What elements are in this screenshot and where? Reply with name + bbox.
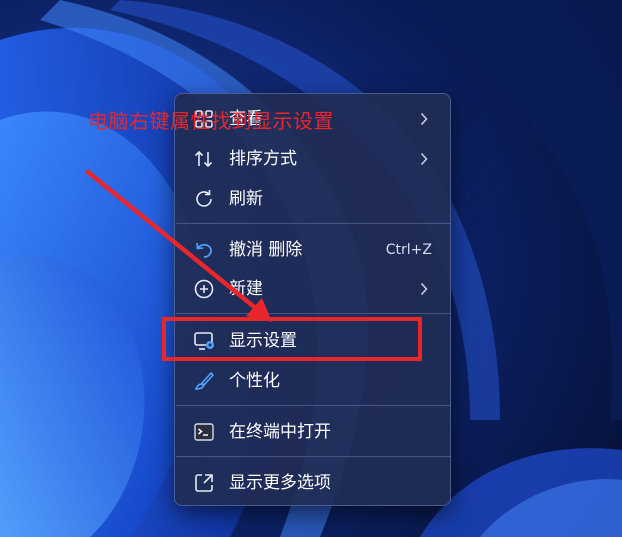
menu-item-label: 刷新 — [229, 189, 263, 209]
menu-item-label: 个性化 — [229, 371, 280, 391]
annotation-highlight-box — [162, 317, 422, 361]
brush-icon — [193, 370, 217, 392]
menu-item-refresh[interactable]: 刷新 — [179, 180, 446, 218]
menu-item-show-more-options[interactable]: 显示更多选项 — [179, 464, 446, 502]
sort-icon — [193, 148, 217, 170]
refresh-icon — [193, 188, 217, 210]
menu-item-undo-delete[interactable]: 撤消 删除 Ctrl+Z — [179, 231, 446, 269]
shortcut-text: Ctrl+Z — [385, 242, 432, 258]
chevron-right-icon — [420, 151, 428, 170]
menu-separator — [176, 313, 451, 314]
menu-item-personalize[interactable]: 个性化 — [179, 362, 446, 400]
menu-item-sort[interactable]: 排序方式 — [179, 140, 446, 178]
menu-item-label: 在终端中打开 — [229, 422, 331, 442]
menu-item-label: 排序方式 — [229, 149, 297, 169]
open-external-icon — [193, 472, 217, 494]
plus-circle-icon — [193, 278, 217, 300]
undo-icon — [193, 239, 217, 261]
menu-item-open-terminal[interactable]: 在终端中打开 — [179, 413, 446, 451]
chevron-right-icon — [420, 281, 428, 300]
terminal-icon — [193, 421, 217, 443]
menu-item-label: 新建 — [229, 279, 263, 299]
menu-item-new[interactable]: 新建 — [179, 270, 446, 308]
desktop-context-menu: 查看 排序方式 刷新 撤消 删除 Ctrl+Z 新建 显示设置 个性化 在终端中… — [174, 93, 451, 506]
menu-item-label: 撤消 删除 — [229, 240, 303, 260]
menu-item-label: 显示更多选项 — [229, 473, 331, 493]
menu-separator — [176, 405, 451, 406]
menu-separator — [176, 456, 451, 457]
chevron-right-icon — [420, 111, 428, 130]
annotation-text: 电脑右键属性找到显示设置 — [88, 109, 334, 133]
menu-separator — [176, 223, 451, 224]
desktop[interactable]: 查看 排序方式 刷新 撤消 删除 Ctrl+Z 新建 显示设置 个性化 在终端中… — [0, 0, 622, 537]
